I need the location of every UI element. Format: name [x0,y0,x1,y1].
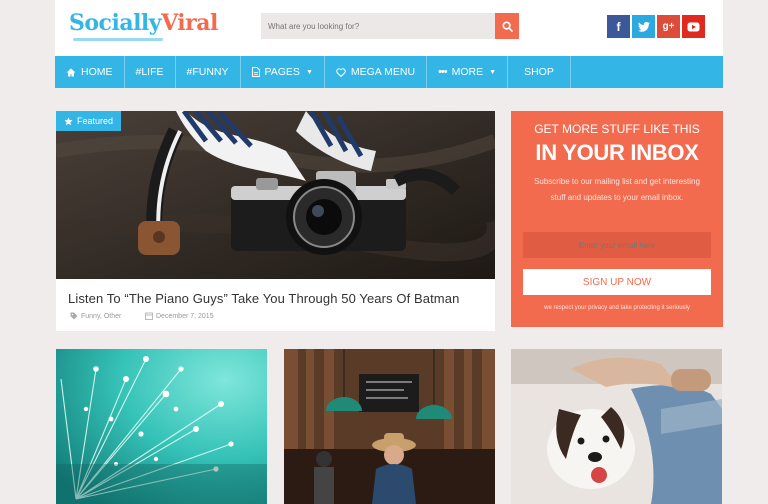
cafe-photo [284,349,495,504]
post-categories[interactable]: Funny, Other [70,312,121,320]
google-plus-button[interactable]: g+ [657,15,680,38]
nav-label-mega-menu: MEGA MENU [350,66,416,78]
facebook-button[interactable]: f [607,15,630,38]
logo-underline [73,38,163,41]
logo-text-viral: Viral [161,10,218,36]
nav-label-more: MORE [451,66,484,78]
newsletter-description: Subscribe to our mailing list and get in… [534,177,700,202]
twitter-icon [637,21,650,32]
youtube-icon [687,22,700,31]
newsletter-heading-small: GET MORE STUFF LIKE THIS [534,122,700,136]
featured-badge-label: Featured [77,116,114,126]
nav-item-funny[interactable]: #FUNNY [176,56,241,88]
home-icon [66,68,76,76]
newsletter-email-input[interactable] [523,232,711,258]
nav-item-shop[interactable]: SHOP [508,56,571,88]
calendar-icon [145,312,153,320]
nav-label-pages: PAGES [264,66,300,78]
post-date-text: December 7, 2015 [156,312,214,320]
youtube-button[interactable] [682,15,705,38]
chevron-down-icon: ▼ [489,68,497,76]
nav-label-shop: SHOP [524,66,554,78]
newsletter-widget: GET MORE STUFF LIKE THIS IN YOUR INBOX S… [511,111,723,327]
search-bar [261,13,519,39]
post-thumbnail-dog[interactable] [511,349,722,504]
search-icon [501,20,513,32]
nav-item-home[interactable]: HOME [55,56,125,88]
heart-icon [336,67,346,77]
newsletter-privacy-note: we respect your privacy and take protect… [544,305,690,311]
star-icon [64,116,73,125]
twitter-button[interactable] [632,15,655,38]
file-icon [251,67,260,77]
featured-badge[interactable]: Featured [56,111,122,131]
ellipsis-icon: ••• [438,66,448,78]
nav-label-life: #LIFE [135,66,164,78]
dandelion-photo [56,349,267,504]
facebook-icon: f [616,19,621,34]
logo-text-socially: Socially [69,10,162,36]
post-date: December 7, 2015 [145,312,214,320]
featured-post-card[interactable]: Featured Listen To “The Piano Guys” Take… [56,111,495,331]
dog-photo [511,349,722,504]
site-header: SociallyViral f g+ [55,0,723,56]
nav-item-life[interactable]: #LIFE [125,56,176,88]
search-button[interactable] [495,13,519,39]
post-thumbnail-dandelion[interactable] [56,349,267,504]
main-navigation: HOME #LIFE #FUNNY PAGES ▼ MEGA MENU ••• … [55,56,723,88]
tag-icon [70,312,78,320]
nav-item-more[interactable]: ••• MORE ▼ [427,56,509,88]
post-thumbnail-cafe[interactable] [284,349,495,504]
featured-post-title[interactable]: Listen To “The Piano Guys” Take You Thro… [68,291,459,306]
nav-item-pages[interactable]: PAGES ▼ [241,56,325,88]
post-categories-text: Funny, Other [81,312,122,320]
signup-button[interactable]: SIGN UP NOW [523,269,711,295]
nav-item-mega-menu[interactable]: MEGA MENU [325,56,428,88]
newsletter-heading-large: IN YOUR INBOX [535,140,699,165]
search-input[interactable] [261,13,495,39]
featured-post-image[interactable]: Featured [56,111,495,279]
nav-label-funny: #FUNNY [186,66,229,78]
google-plus-icon: g+ [662,21,675,32]
site-logo[interactable]: SociallyViral [69,10,218,36]
chevron-down-icon: ▼ [305,68,313,76]
nav-label-home: HOME [81,66,113,78]
camera-photo [56,111,495,279]
